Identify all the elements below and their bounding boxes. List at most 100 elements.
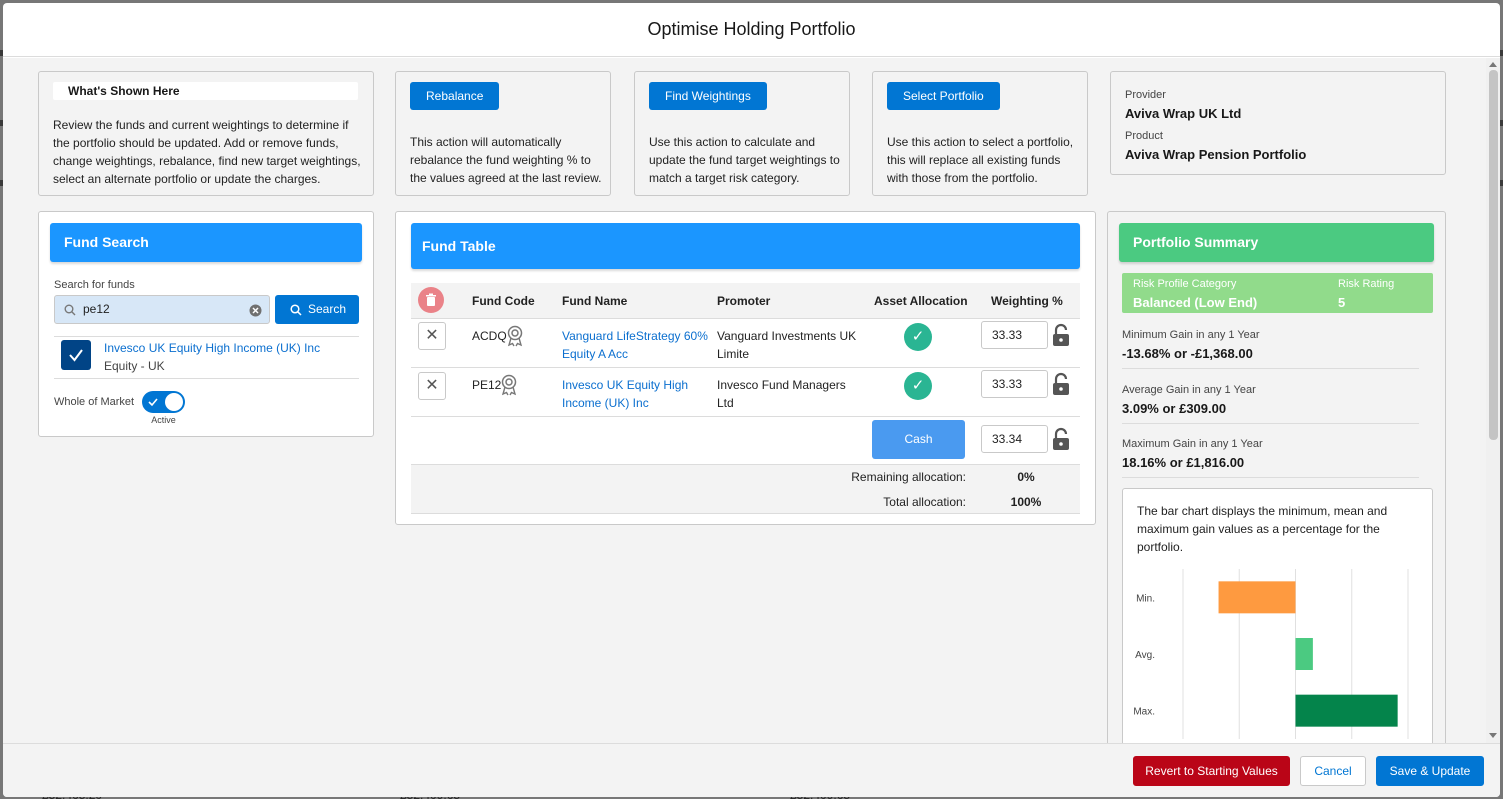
promoter-line: Ltd (717, 396, 734, 410)
whats-shown-title: What's Shown Here (53, 82, 358, 100)
fund-name-line: Invesco UK Equity High (562, 378, 689, 392)
header-weighting: Weighting % (991, 294, 1063, 308)
clear-icon[interactable] (249, 304, 262, 317)
rebalance-card: Rebalance This action will automatically… (395, 71, 611, 196)
remove-fund-button[interactable]: ✕ (418, 372, 446, 400)
fund-name-line: Equity A Acc (562, 347, 629, 361)
find-weightings-button[interactable]: Find Weightings (649, 82, 767, 110)
risk-profile-banner: Risk Profile Category Balanced (Low End)… (1122, 273, 1433, 313)
checkmark-icon (69, 349, 83, 362)
chart-category-label: Avg. (1135, 650, 1155, 661)
row-divider (411, 513, 1080, 514)
avg-gain-label: Average Gain in any 1 Year (1122, 384, 1256, 396)
min-gain-row: Minimum Gain in any 1 Year -13.68% or -£… (1122, 329, 1419, 369)
chart-description: The bar chart displays the minimum, mean… (1137, 504, 1388, 554)
rebalance-button[interactable]: Rebalance (410, 82, 500, 110)
remaining-allocation-value: 0% (1017, 470, 1035, 484)
gain-bar-chart: −20−1001020Min.Avg.Max. (1133, 569, 1409, 739)
fund-table-card: Fund Table Fund Code Fund Name Promoter … (395, 211, 1096, 525)
fund-name-link[interactable]: Vanguard LifeStrategy 60% Equity A Acc (562, 327, 708, 363)
weighting-input[interactable]: 33.33 (981, 370, 1048, 398)
select-portfolio-button[interactable]: Select Portfolio (887, 82, 1000, 110)
select-portfolio-description: Use this action to select a portfolio, t… (887, 135, 1074, 185)
provider-value: Aviva Wrap UK Ltd (1125, 106, 1242, 121)
fund-search-card: Fund Search Search for funds pe12 Search… (38, 211, 374, 437)
avg-gain-row: Average Gain in any 1 Year 3.09% or £309… (1122, 384, 1419, 424)
search-button[interactable]: Search (275, 295, 359, 324)
unlock-icon[interactable] (1051, 323, 1071, 347)
trash-icon (426, 293, 436, 306)
divider (54, 378, 359, 379)
whats-shown-card: What's Shown Here Review the funds and c… (38, 71, 374, 196)
scroll-thumb[interactable] (1489, 70, 1498, 440)
fund-name-link[interactable]: Invesco UK Equity High Income (UK) Inc (562, 376, 688, 412)
remove-fund-button[interactable]: ✕ (418, 322, 446, 350)
scroll-up-icon[interactable] (1489, 62, 1497, 67)
total-allocation-value: 100% (1010, 495, 1042, 509)
modal-body[interactable]: What's Shown Here Review the funds and c… (3, 58, 1500, 743)
cancel-button[interactable]: Cancel (1300, 756, 1366, 786)
fund-table-title: Fund Table (411, 223, 1080, 269)
product-label: Product (1125, 130, 1163, 142)
header-fund-name: Fund Name (562, 294, 628, 308)
portfolio-summary-card: Portfolio Summary Risk Profile Category … (1107, 211, 1446, 743)
totals-area (411, 465, 1080, 513)
chart-category-label: Min. (1136, 593, 1155, 604)
max-gain-value: 18.16% or £1,816.00 (1122, 455, 1245, 470)
chart-bar (1218, 581, 1296, 614)
rebalance-description: This action will automatically rebalance… (410, 135, 602, 185)
unlock-icon[interactable] (1051, 372, 1071, 396)
header-fund-code: Fund Code (472, 294, 535, 308)
whole-of-market-toggle[interactable] (142, 391, 185, 413)
delete-all-button[interactable] (418, 287, 444, 313)
award-icon (507, 325, 523, 347)
revert-button[interactable]: Revert to Starting Values (1133, 756, 1290, 786)
search-icon (64, 304, 76, 316)
chart-bar (1295, 638, 1313, 670)
unlock-icon[interactable] (1051, 427, 1071, 451)
search-input-value: pe12 (83, 302, 110, 316)
promoter-line: Vanguard Investments UK (717, 329, 857, 343)
optimise-portfolio-modal: Optimise Holding Portfolio What's Shown … (3, 3, 1500, 797)
save-update-button[interactable]: Save & Update (1376, 756, 1484, 786)
fund-code: ACDQ (472, 329, 507, 343)
whats-shown-text: Review the funds and current weightings … (53, 118, 361, 186)
row-divider (411, 367, 1080, 368)
fund-code: PE12 (472, 378, 502, 392)
fund-search-title: Fund Search (50, 223, 362, 262)
toggle-status: Active (151, 415, 176, 425)
search-result-sector: Equity - UK (104, 359, 165, 373)
header-promoter: Promoter (717, 294, 771, 308)
result-checkbox[interactable] (61, 340, 91, 370)
search-icon (290, 304, 302, 316)
max-gain-label: Maximum Gain in any 1 Year (1122, 438, 1263, 450)
row-divider (411, 318, 1080, 319)
risk-category-label: Risk Profile Category (1133, 278, 1237, 290)
weighting-input[interactable]: 33.33 (981, 321, 1048, 349)
checkmark-icon (148, 398, 158, 407)
risk-rating-value: 5 (1338, 295, 1346, 310)
promoter-line: Invesco Fund Managers (717, 378, 846, 392)
product-value: Aviva Wrap Pension Portfolio (1125, 147, 1307, 162)
search-input[interactable]: pe12 (54, 295, 270, 324)
risk-rating-label: Risk Rating (1338, 278, 1395, 290)
modal-title: Optimise Holding Portfolio (647, 19, 856, 39)
cash-button[interactable]: Cash (872, 420, 965, 459)
whole-of-market-label: Whole of Market (54, 396, 135, 408)
scroll-down-icon[interactable] (1489, 733, 1497, 738)
provider-label: Provider (1125, 89, 1166, 101)
fund-name-line: Vanguard LifeStrategy 60% (562, 329, 708, 343)
chart-category-label: Max. (1133, 707, 1155, 718)
promoter-name: Vanguard Investments UK Limite (717, 327, 856, 363)
search-result-name[interactable]: Invesco UK Equity High Income (UK) Inc (104, 341, 320, 355)
row-divider (411, 416, 1080, 417)
fund-name-line: Income (UK) Inc (562, 396, 649, 410)
search-label: Search for funds (54, 279, 135, 291)
select-portfolio-card: Select Portfolio Use this action to sele… (872, 71, 1088, 196)
avg-gain-value: 3.09% or £309.00 (1122, 401, 1227, 416)
chart-bar (1295, 694, 1398, 727)
chart-card: The bar chart displays the minimum, mean… (1122, 488, 1433, 743)
modal-scrollbar[interactable] (1486, 58, 1500, 743)
allocation-check-icon: ✓ (904, 372, 932, 400)
cash-weighting-input[interactable]: 33.34 (981, 425, 1048, 453)
